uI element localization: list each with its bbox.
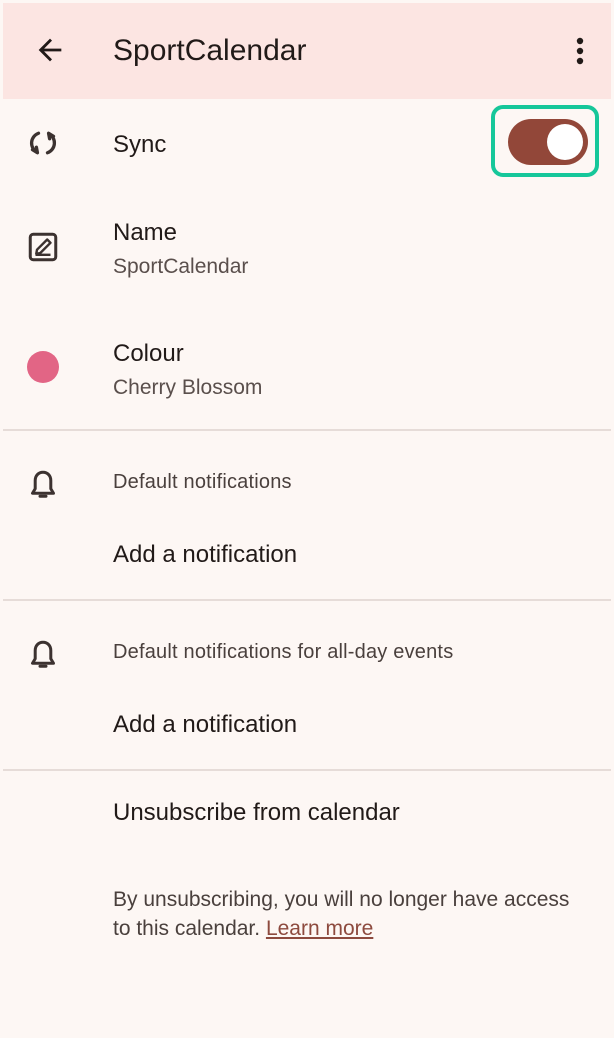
bell-icon	[31, 470, 55, 498]
unsubscribe-info: By unsubscribing, you will no longer hav…	[113, 885, 583, 943]
learn-more-link[interactable]: Learn more	[266, 917, 373, 940]
edit-icon	[28, 232, 58, 262]
sync-toggle[interactable]	[508, 119, 588, 165]
add-notification-button[interactable]: Add a notification	[113, 539, 297, 571]
settings-screen: SportCalendar Sync Name SportCalendar Co…	[3, 3, 611, 1035]
top-app-bar: SportCalendar	[3, 3, 611, 99]
name-value: SportCalendar	[113, 255, 249, 278]
allday-notifications-heading: Default notifications for all-day events	[113, 641, 454, 663]
colour-label: Colour	[113, 340, 184, 367]
add-allday-notification-button[interactable]: Add a notification	[113, 709, 297, 741]
divider	[3, 769, 611, 771]
bell-icon	[31, 640, 55, 668]
sync-icon	[29, 131, 57, 155]
unsubscribe-button[interactable]: Unsubscribe from calendar	[113, 797, 400, 829]
divider	[3, 599, 611, 601]
colour-swatch	[27, 351, 59, 383]
default-notifications-heading: Default notifications	[113, 471, 292, 493]
divider	[3, 429, 611, 431]
toggle-thumb	[547, 124, 583, 160]
name-label: Name	[113, 219, 178, 246]
colour-value: Cherry Blossom	[113, 376, 263, 399]
arrow-back-icon[interactable]	[33, 33, 67, 67]
more-vert-icon[interactable]	[565, 31, 595, 71]
page-title: SportCalendar	[113, 34, 307, 67]
sync-label: Sync	[113, 131, 167, 158]
